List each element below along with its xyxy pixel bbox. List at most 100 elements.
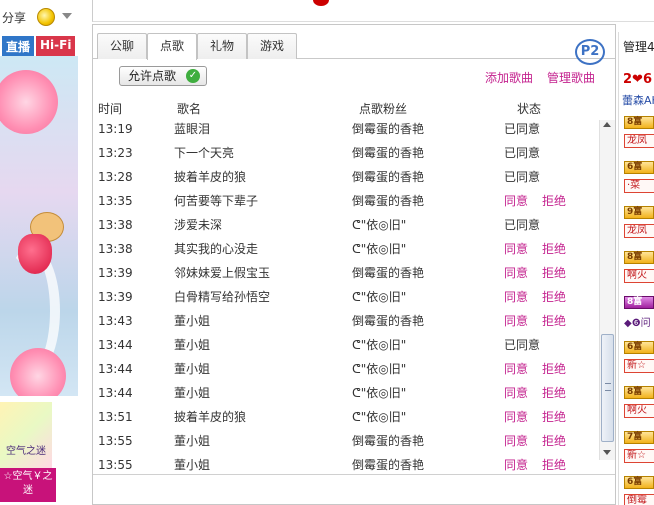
admin-entry[interactable]: 8富啊火: [622, 251, 654, 297]
left-ad-banner[interactable]: 直播 Hi-Fi 空气之迷 ☆空气￥之迷: [0, 36, 78, 505]
ad-image[interactable]: [0, 56, 78, 396]
approve-button[interactable]: 同意: [504, 237, 528, 261]
manage-song-link[interactable]: 管理歌曲: [547, 69, 595, 86]
request-time: 13:44: [98, 362, 133, 376]
chevron-down-icon[interactable]: [62, 13, 72, 19]
p2-icon[interactable]: P2: [575, 39, 605, 65]
admin-entry[interactable]: 7富新☆: [622, 431, 654, 477]
reject-button[interactable]: 拒绝: [542, 309, 566, 333]
reject-button[interactable]: 拒绝: [542, 405, 566, 429]
check-icon: ✓: [186, 69, 200, 83]
admin-name[interactable]: 龙凤: [624, 134, 654, 148]
hifi-label: Hi-Fi: [36, 36, 76, 56]
admin-name[interactable]: 新☆: [624, 449, 654, 463]
tab-public-chat[interactable]: 公聊: [97, 33, 147, 59]
approve-button[interactable]: 同意: [504, 453, 528, 473]
request-time: 13:38: [98, 242, 133, 256]
reject-button[interactable]: 拒绝: [542, 189, 566, 213]
admin-user[interactable]: 蕾森AK: [622, 92, 654, 108]
rich-level-badge: 8富: [624, 296, 654, 309]
table-row: 13:55 董小姐 倒霉蛋的香艳 同意 拒绝: [93, 429, 603, 453]
tab-gifts[interactable]: 礼物: [197, 33, 247, 59]
approve-button[interactable]: 同意: [504, 189, 528, 213]
admin-entry[interactable]: 9富 龙凤: [622, 206, 654, 252]
request-song: 披着羊皮的狼: [174, 170, 247, 184]
approve-button[interactable]: 同意: [504, 357, 528, 381]
reject-button[interactable]: 拒绝: [542, 453, 566, 473]
request-status: 已同意: [504, 122, 541, 136]
request-fan: ᕦ"依◎旧": [352, 218, 407, 232]
admin-name[interactable]: 新☆: [624, 359, 654, 373]
request-status: 已同意: [504, 218, 541, 232]
tab-games[interactable]: 游戏: [247, 33, 297, 59]
rich-level-badge: 6富: [624, 476, 654, 489]
admin-name[interactable]: 倒霉: [624, 494, 654, 505]
live-tag[interactable]: 直播 Hi-Fi: [2, 36, 76, 56]
approve-button[interactable]: 同意: [504, 309, 528, 333]
reject-button[interactable]: 拒绝: [542, 285, 566, 309]
heart-icon: [18, 234, 52, 274]
request-time: 13:23: [98, 146, 133, 160]
allow-request-button[interactable]: 允许点歌 ✓: [119, 66, 207, 86]
request-song: 白骨精写给孙悟空: [174, 290, 271, 304]
approve-button[interactable]: 同意: [504, 285, 528, 309]
approve-button[interactable]: 同意: [504, 381, 528, 405]
admin-name[interactable]: 啊火: [624, 269, 654, 283]
reject-button[interactable]: 拒绝: [542, 429, 566, 453]
approve-button[interactable]: 同意: [504, 261, 528, 285]
ad-caption[interactable]: ☆空气￥之迷: [0, 468, 56, 502]
tab-song-request[interactable]: 点歌: [147, 33, 197, 60]
column-song: 歌名: [177, 102, 202, 116]
request-song: 涉爱未深: [174, 218, 223, 232]
reject-button[interactable]: 拒绝: [542, 261, 566, 285]
admin-entry[interactable]: 8富 ◆❻问: [622, 296, 654, 342]
smiley-icon[interactable]: [37, 8, 55, 26]
request-status: 已同意: [504, 338, 541, 352]
approve-button[interactable]: 同意: [504, 429, 528, 453]
table-row: 13:44 董小姐 ᕦ"依◎旧" 已同意: [93, 333, 603, 357]
admin-name[interactable]: ◆❻问: [624, 314, 651, 329]
scroll-thumb[interactable]: [601, 334, 614, 442]
table-row: 13:35 何苦要等下辈子 倒霉蛋的香艳 同意 拒绝: [93, 189, 603, 213]
request-fan: ᕦ"依◎旧": [352, 362, 407, 376]
live-label: 直播: [2, 36, 35, 56]
share-label[interactable]: 分享: [2, 9, 26, 26]
admin-title[interactable]: 管理4: [623, 38, 654, 55]
reject-button[interactable]: 拒绝: [542, 237, 566, 261]
table-row: 13:38 涉爱未深 ᕦ"依◎旧" 已同意: [93, 213, 603, 237]
scroll-down-arrow[interactable]: [603, 450, 611, 455]
ad-thumbnail[interactable]: 空气之迷: [0, 402, 52, 468]
request-song: 其实我的心没走: [174, 242, 259, 256]
admin-entry[interactable]: 6富 ·菜: [622, 161, 654, 207]
allow-request-label: 允许点歌: [128, 69, 177, 83]
reject-button[interactable]: 拒绝: [542, 381, 566, 405]
ticker-strip: [92, 0, 654, 22]
request-song: 董小姐: [174, 314, 211, 328]
request-time: 13:39: [98, 290, 133, 304]
request-fan: 倒霉蛋的香艳: [352, 170, 425, 184]
admin-name[interactable]: 龙凤: [624, 224, 654, 238]
scroll-up-arrow[interactable]: [603, 122, 611, 127]
request-fan: 倒霉蛋的香艳: [352, 194, 425, 208]
request-fan: ᕦ"依◎旧": [352, 410, 407, 424]
admin-entry[interactable]: 6富 新☆: [622, 341, 654, 387]
approve-button[interactable]: 同意: [504, 405, 528, 429]
column-fan: 点歌粉丝: [359, 102, 408, 116]
vertical-scrollbar[interactable]: [599, 120, 615, 460]
request-song: 董小姐: [174, 458, 211, 472]
admin-entry[interactable]: 8富 龙凤: [622, 116, 654, 162]
reject-button[interactable]: 拒绝: [542, 357, 566, 381]
rich-level-badge: 8富: [624, 251, 654, 264]
request-time: 13:43: [98, 314, 133, 328]
gift-icon: [313, 0, 329, 6]
request-status: 已同意: [504, 170, 541, 184]
rich-level-badge: 7富: [624, 431, 654, 444]
admin-name[interactable]: ·菜: [624, 179, 654, 193]
request-time: 13:44: [98, 338, 133, 352]
admin-entry[interactable]: 6富倒霉: [622, 476, 654, 505]
admin-name[interactable]: 啊火: [624, 404, 654, 418]
add-song-link[interactable]: 添加歌曲: [485, 69, 533, 86]
admin-hearts: 2❤6: [623, 72, 652, 87]
table-row: 13:28 披着羊皮的狼 倒霉蛋的香艳 已同意: [93, 165, 603, 189]
admin-entry[interactable]: 8富 啊火: [622, 386, 654, 432]
